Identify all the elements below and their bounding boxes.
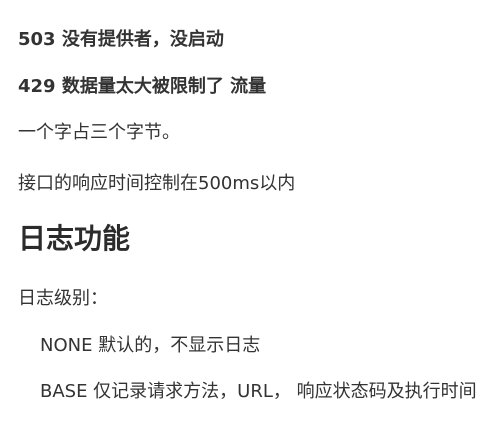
document-page: 503 没有提供者，没启动 429 数据量太大被限制了 流量 一个字占三个字节。… — [0, 0, 501, 434]
log-level-basic: BASE 仅记录请求方法，URL， 响应状态码及执行时间 — [40, 381, 477, 402]
response-time-note: 接口的响应时间控制在500ms以内 — [18, 173, 296, 194]
log-level-none: NONE 默认的，不显示日志 — [40, 335, 261, 356]
bytes-note: 一个字占三个字节。 — [18, 122, 180, 143]
status-429-line: 429 数据量太大被限制了 流量 — [18, 76, 267, 97]
status-503-line: 503 没有提供者，没启动 — [18, 29, 224, 50]
log-level-label: 日志级别： — [18, 288, 108, 309]
logging-heading: 日志功能 — [18, 222, 131, 255]
